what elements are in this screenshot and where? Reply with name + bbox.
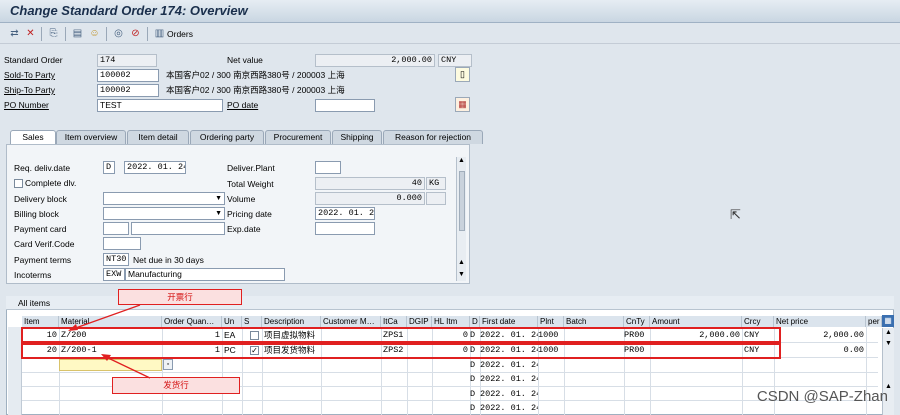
arrow-line (69, 304, 141, 331)
arrow-head (68, 324, 78, 331)
arrow-head (101, 354, 111, 361)
annotation-arrows (68, 304, 151, 379)
arrow-line (103, 355, 151, 379)
watermark: CSDN @SAP-Zhan (756, 388, 888, 405)
